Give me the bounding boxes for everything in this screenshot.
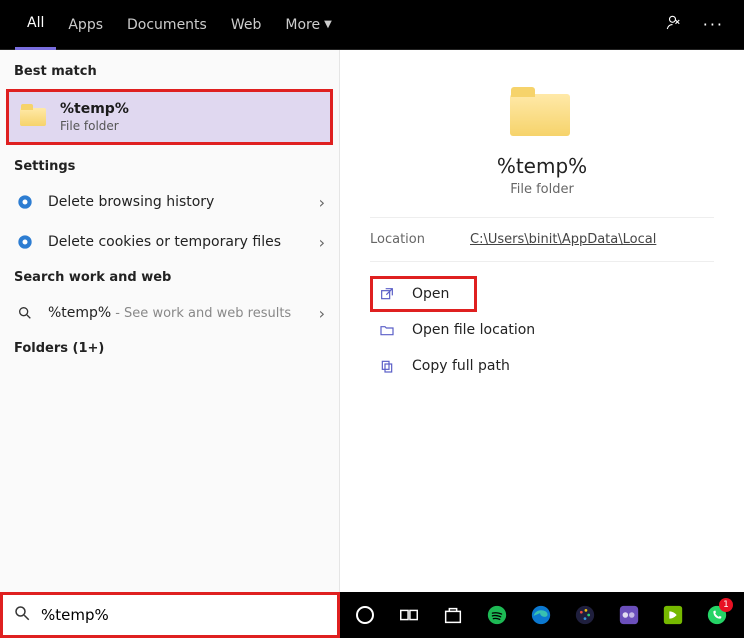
copy-icon [376,355,398,377]
spotify-icon[interactable] [478,595,516,635]
store-icon[interactable] [434,595,472,635]
action-copy-path[interactable]: Copy full path [370,348,714,384]
open-icon [376,283,398,305]
preview-subtitle: File folder [510,182,574,197]
edge-icon[interactable] [522,595,560,635]
gear-icon [14,231,36,253]
preview-title: %temp% [497,154,587,178]
feedback-icon[interactable] [655,14,693,36]
tab-more[interactable]: More▼ [273,0,343,50]
tab-apps[interactable]: Apps [56,0,115,50]
search-icon [13,604,31,626]
tab-web[interactable]: Web [219,0,274,50]
tab-documents[interactable]: Documents [115,0,219,50]
chevron-right-icon: › [319,233,325,252]
search-box[interactable] [3,595,337,635]
settings-result-cookies[interactable]: Delete cookies or temporary files › [0,222,339,262]
cortana-icon[interactable] [346,595,384,635]
more-options-icon[interactable]: ··· [693,15,734,34]
search-input[interactable] [41,595,337,635]
settings-result-history[interactable]: Delete browsing history › [0,182,339,222]
best-match-result[interactable]: %temp% File folder [6,89,333,145]
app-icon[interactable] [610,595,648,635]
action-open-location[interactable]: Open file location [370,312,714,348]
folders-header: Folders (1+) [0,333,339,364]
notification-badge: 1 [719,598,733,612]
preview-pane: %temp% File folder Location C:\Users\bin… [340,50,744,592]
folder-icon [376,319,398,341]
taskbar: 1 [340,595,744,635]
results-pane: Best match %temp% File folder Settings D… [0,50,340,592]
whatsapp-icon[interactable]: 1 [698,595,736,635]
best-match-header: Best match [0,56,339,87]
best-match-subtitle: File folder [60,119,129,133]
settings-header: Settings [0,151,339,182]
search-web-header: Search work and web [0,262,339,293]
action-open[interactable]: Open [370,276,477,312]
nvidia-icon[interactable] [654,595,692,635]
chevron-right-icon: › [319,304,325,323]
location-label: Location [370,232,470,247]
folder-icon [20,102,50,132]
search-icon [14,302,36,324]
chevron-down-icon: ▼ [324,19,332,30]
task-view-icon[interactable] [390,595,428,635]
best-match-title: %temp% [60,101,129,117]
location-path-link[interactable]: C:\Users\binit\AppData\Local [470,232,656,247]
paint-icon[interactable] [566,595,604,635]
web-search-suggest[interactable]: %temp% - See work and web results › [0,293,339,333]
folder-icon [507,84,577,140]
gear-icon [14,191,36,213]
tab-all[interactable]: All [15,0,56,50]
chevron-right-icon: › [319,193,325,212]
location-row: Location C:\Users\binit\AppData\Local [370,217,714,262]
search-filter-tabs: All Apps Documents Web More▼ ··· [0,0,744,50]
